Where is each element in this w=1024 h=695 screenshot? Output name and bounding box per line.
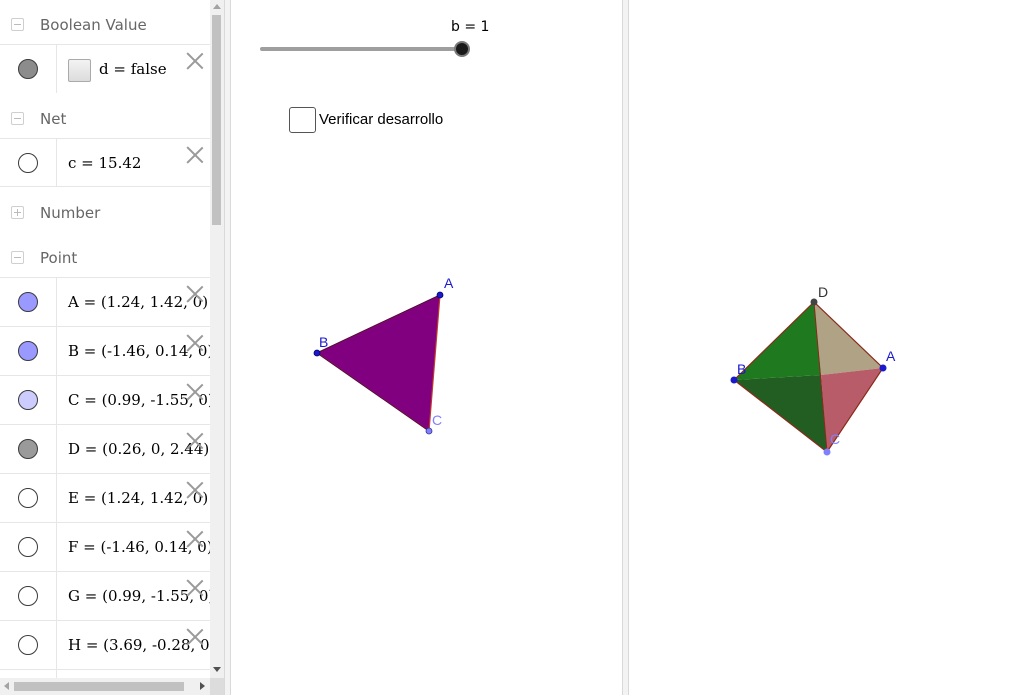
view-divider[interactable] — [224, 0, 231, 695]
label-B: B — [737, 361, 746, 377]
visibility-cell — [0, 278, 57, 326]
delete-icon[interactable] — [186, 431, 204, 449]
scroll-right-arrow-icon[interactable] — [200, 682, 205, 690]
visibility-cell — [0, 523, 57, 571]
point-C[interactable] — [823, 448, 831, 456]
delete-icon[interactable] — [186, 51, 204, 69]
algebra-item-F[interactable]: F = (-1.46, 0.14, 0) — [0, 522, 210, 571]
label-A: A — [886, 348, 896, 364]
visibility-marble-icon[interactable] — [18, 390, 38, 410]
delete-icon[interactable] — [186, 480, 204, 498]
scrollbar-corner — [210, 678, 224, 695]
visibility-cell — [0, 621, 57, 669]
delete-icon[interactable] — [186, 529, 204, 547]
group-header-boolean[interactable]: Boolean Value — [0, 2, 210, 46]
face-back-right[interactable] — [814, 302, 883, 375]
delete-icon[interactable] — [186, 382, 204, 400]
tetrahedron-drawing: D B A C — [730, 284, 896, 456]
group-label: Net — [40, 110, 67, 128]
delete-icon[interactable] — [186, 578, 204, 596]
collapse-icon[interactable] — [11, 18, 24, 31]
group-header-net[interactable]: Net — [0, 96, 210, 140]
point-B[interactable] — [313, 349, 321, 357]
visibility-cell — [0, 670, 57, 678]
scroll-up-arrow-icon[interactable] — [213, 4, 221, 9]
horizontal-scrollbar[interactable] — [0, 678, 210, 695]
collapse-icon[interactable] — [11, 251, 24, 264]
algebra-item-d[interactable]: d = false — [0, 44, 210, 93]
group-label: Point — [40, 249, 78, 267]
visibility-marble-icon[interactable] — [18, 537, 38, 557]
scroll-down-arrow-icon[interactable] — [213, 667, 221, 672]
graphics-view[interactable]: b = 1 Verificar desarrollo A B C — [232, 0, 622, 695]
visibility-marble-icon[interactable] — [18, 488, 38, 508]
item-definition[interactable]: d = false — [99, 60, 167, 78]
point-B[interactable] — [730, 376, 738, 384]
algebra-view: Boolean Value d = false Net c = 15.42 Nu… — [0, 0, 224, 695]
group-label: Boolean Value — [40, 16, 147, 34]
boolean-checkbox[interactable] — [68, 59, 91, 82]
group-header-point[interactable]: Point — [0, 235, 210, 279]
algebra-list: Boolean Value d = false Net c = 15.42 Nu… — [0, 0, 210, 678]
point-C[interactable] — [425, 427, 433, 435]
visibility-marble-icon[interactable] — [18, 153, 38, 173]
visibility-marble-icon[interactable] — [18, 586, 38, 606]
visibility-marble-icon[interactable] — [18, 59, 38, 79]
visibility-cell — [0, 474, 57, 522]
view-divider[interactable] — [622, 0, 629, 695]
label-A: A — [444, 275, 454, 291]
algebra-item-A[interactable]: A = (1.24, 1.42, 0) — [0, 277, 210, 326]
delete-icon[interactable] — [186, 333, 204, 351]
visibility-marble-icon[interactable] — [18, 341, 38, 361]
label-C: C — [830, 431, 840, 447]
algebra-item-D[interactable]: D = (0.26, 0, 2.44) — [0, 424, 210, 473]
group-label: Number — [40, 204, 101, 222]
visibility-marble-icon[interactable] — [18, 439, 38, 459]
point-A[interactable] — [879, 364, 887, 372]
visibility-marble-icon[interactable] — [18, 292, 38, 312]
algebra-item-E[interactable]: E = (1.24, 1.42, 0) — [0, 473, 210, 522]
algebra-item-B[interactable]: B = (-1.46, 0.14, 0) — [0, 326, 210, 375]
delete-icon[interactable] — [186, 145, 204, 163]
face-front-left[interactable] — [734, 302, 821, 380]
collapse-icon[interactable] — [11, 112, 24, 125]
label-C: C — [432, 412, 442, 428]
vertical-scroll-thumb[interactable] — [212, 15, 221, 225]
vertical-scrollbar[interactable] — [210, 0, 224, 678]
visibility-cell — [0, 327, 57, 375]
horizontal-scroll-thumb[interactable] — [14, 682, 184, 691]
visibility-marble-icon[interactable] — [18, 635, 38, 655]
triangle-ABC[interactable] — [315, 294, 441, 433]
algebra-item-c[interactable]: c = 15.42 — [0, 138, 210, 187]
delete-icon[interactable] — [186, 627, 204, 645]
item-definition[interactable]: c = 15.42 — [68, 154, 141, 172]
visibility-cell — [0, 572, 57, 620]
group-header-number[interactable]: Number — [0, 190, 210, 234]
algebra-item-G[interactable]: G = (0.99, -1.55, 0) — [0, 571, 210, 620]
label-D: D — [818, 284, 828, 300]
scroll-left-arrow-icon[interactable] — [4, 682, 9, 690]
visibility-cell — [0, 425, 57, 473]
label-B: B — [319, 334, 328, 350]
plane-drawing: A B C — [313, 275, 454, 435]
algebra-item-C[interactable]: C = (0.99, -1.55, 0) — [0, 375, 210, 424]
delete-icon[interactable] — [186, 284, 204, 302]
visibility-cell — [0, 139, 57, 186]
visibility-cell — [0, 376, 57, 424]
visibility-cell — [0, 45, 57, 93]
graphics-3d-view[interactable]: D B A C — [630, 0, 1024, 695]
point-D[interactable] — [810, 298, 818, 306]
point-A[interactable] — [436, 291, 444, 299]
algebra-item-partial[interactable] — [0, 669, 210, 678]
algebra-item-H[interactable]: H = (3.69, -0.28, 0) — [0, 620, 210, 669]
expand-icon[interactable] — [11, 206, 24, 219]
